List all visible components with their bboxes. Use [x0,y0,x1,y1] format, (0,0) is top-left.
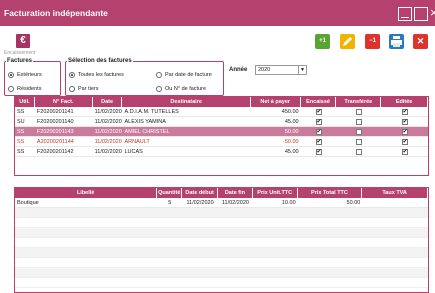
empty-row [15,218,428,228]
title-bar: Facturation indépendante × [0,0,435,26]
radio-toutes-factures[interactable]: Toutes les factures [69,72,124,78]
empty-row [15,238,428,248]
radio-num-facture[interactable]: Ou N° de facture [156,86,206,92]
radio-indicator [8,72,14,78]
radio-indicator [156,72,162,78]
print-button[interactable] [389,34,404,49]
table-row[interactable]: SU F20200201140 11/02/2020 ALEXIS YAMINA… [15,117,428,127]
table-row[interactable]: SS A20200201144 11/02/2020 ARNAULT -50.0… [15,137,428,147]
add-invoice-button[interactable]: +1 [315,34,330,49]
radio-par-date[interactable]: Par date de facture [156,72,212,78]
editee-checkbox[interactable] [401,147,408,156]
transferee-checkbox[interactable] [355,108,362,115]
col-header-editee[interactable]: Editée [381,97,428,107]
table-row[interactable]: SS F20200201142 11/02/2020 LUCAS 45.00 [15,147,428,157]
selection-group: Sélection des factures Toutes les factur… [65,58,224,96]
pencil-icon [343,37,352,46]
col-header-taux-tva[interactable]: Taux TVA [362,188,428,198]
col-header-date-fin[interactable]: Date fin [218,188,253,198]
table-row[interactable]: SS F20200201141 11/02/2020 A.D.I.A.M. TU… [15,107,428,117]
col-header-prix-total[interactable]: Prix Total TTC [298,188,363,198]
transferee-checkbox[interactable] [355,128,362,135]
radio-par-tiers[interactable]: Par tiers [69,86,98,92]
encaisse-checkbox[interactable] [315,127,322,136]
editee-checkbox[interactable] [401,117,408,126]
minimize-button[interactable] [398,7,412,21]
factures-legend: Factures [7,58,33,64]
transferee-checkbox[interactable] [355,118,362,125]
maximize-button[interactable] [414,7,428,21]
year-select[interactable]: 2020 ▼ [255,65,307,75]
encaisse-checkbox[interactable] [315,137,322,146]
col-header-dest[interactable]: Destinataire [122,97,251,107]
chevron-down-icon[interactable]: ▼ [298,66,306,74]
col-header-quantite[interactable]: Quantité [157,188,183,198]
credit-note-button[interactable]: −1 [365,34,380,49]
encaisse-checkbox[interactable] [315,107,322,116]
col-header-encaisse[interactable]: Encaissé [301,97,337,107]
col-header-net[interactable]: Net à payer [251,97,301,107]
invoices-header: Util. N° Fact. Date Destinataire Net à p… [15,97,428,107]
empty-row [15,208,428,218]
invoices-table: Util. N° Fact. Date Destinataire Net à p… [14,96,429,176]
lines-header: Libellé Quantité Date début Date fin Pri… [15,188,428,198]
radio-exterieurs[interactable]: Extérieurs [8,72,42,78]
year-value: 2020 [258,67,271,73]
radio-indicator [156,86,162,92]
col-header-prix-unit[interactable]: Prix Unit.TTC [253,188,298,198]
printer-icon [391,36,402,47]
encaissement-label: Encaissement [4,50,36,56]
col-header-num[interactable]: N° Fact. [35,97,93,107]
radio-indicator [69,72,75,78]
transferee-checkbox[interactable] [355,148,362,155]
editee-checkbox[interactable] [401,107,408,116]
col-header-date[interactable]: Date [93,97,123,107]
empty-row [15,228,428,238]
selection-legend: Sélection des factures [68,58,132,64]
editee-checkbox[interactable] [401,137,408,146]
empty-row [15,248,428,258]
invoice-lines-table: Libellé Quantité Date début Date fin Pri… [14,187,429,293]
encaisse-checkbox[interactable] [315,117,322,126]
euro-icon[interactable]: € [16,34,30,48]
line-row[interactable]: Boutique 5 11/02/2020 11/02/2020 10.00 5… [15,198,428,208]
year-label: Année [229,67,248,73]
encaisse-checkbox[interactable] [315,147,322,156]
edit-button[interactable] [340,34,355,49]
col-header-date-debut[interactable]: Date début [182,188,218,198]
col-header-transferee[interactable]: Transférée [336,97,382,107]
radio-indicator [69,86,75,92]
col-header-libelle[interactable]: Libellé [15,188,158,198]
empty-row [15,258,428,268]
close-button[interactable]: × [430,6,435,21]
editee-checkbox[interactable] [401,127,408,136]
col-header-util[interactable]: Util. [15,97,35,107]
empty-row [15,278,428,288]
radio-indicator [8,86,14,92]
transferee-checkbox[interactable] [355,138,362,145]
factures-group: Factures Extérieurs Résidents [4,58,61,96]
delete-button[interactable]: ✕ [413,34,428,49]
empty-row [15,268,428,278]
radio-residents[interactable]: Résidents [8,86,41,92]
window-title: Facturation indépendante [4,8,108,18]
table-row-selected[interactable]: SS F20200201143 11/02/2020 AMIEL CHRISTE… [15,127,428,137]
